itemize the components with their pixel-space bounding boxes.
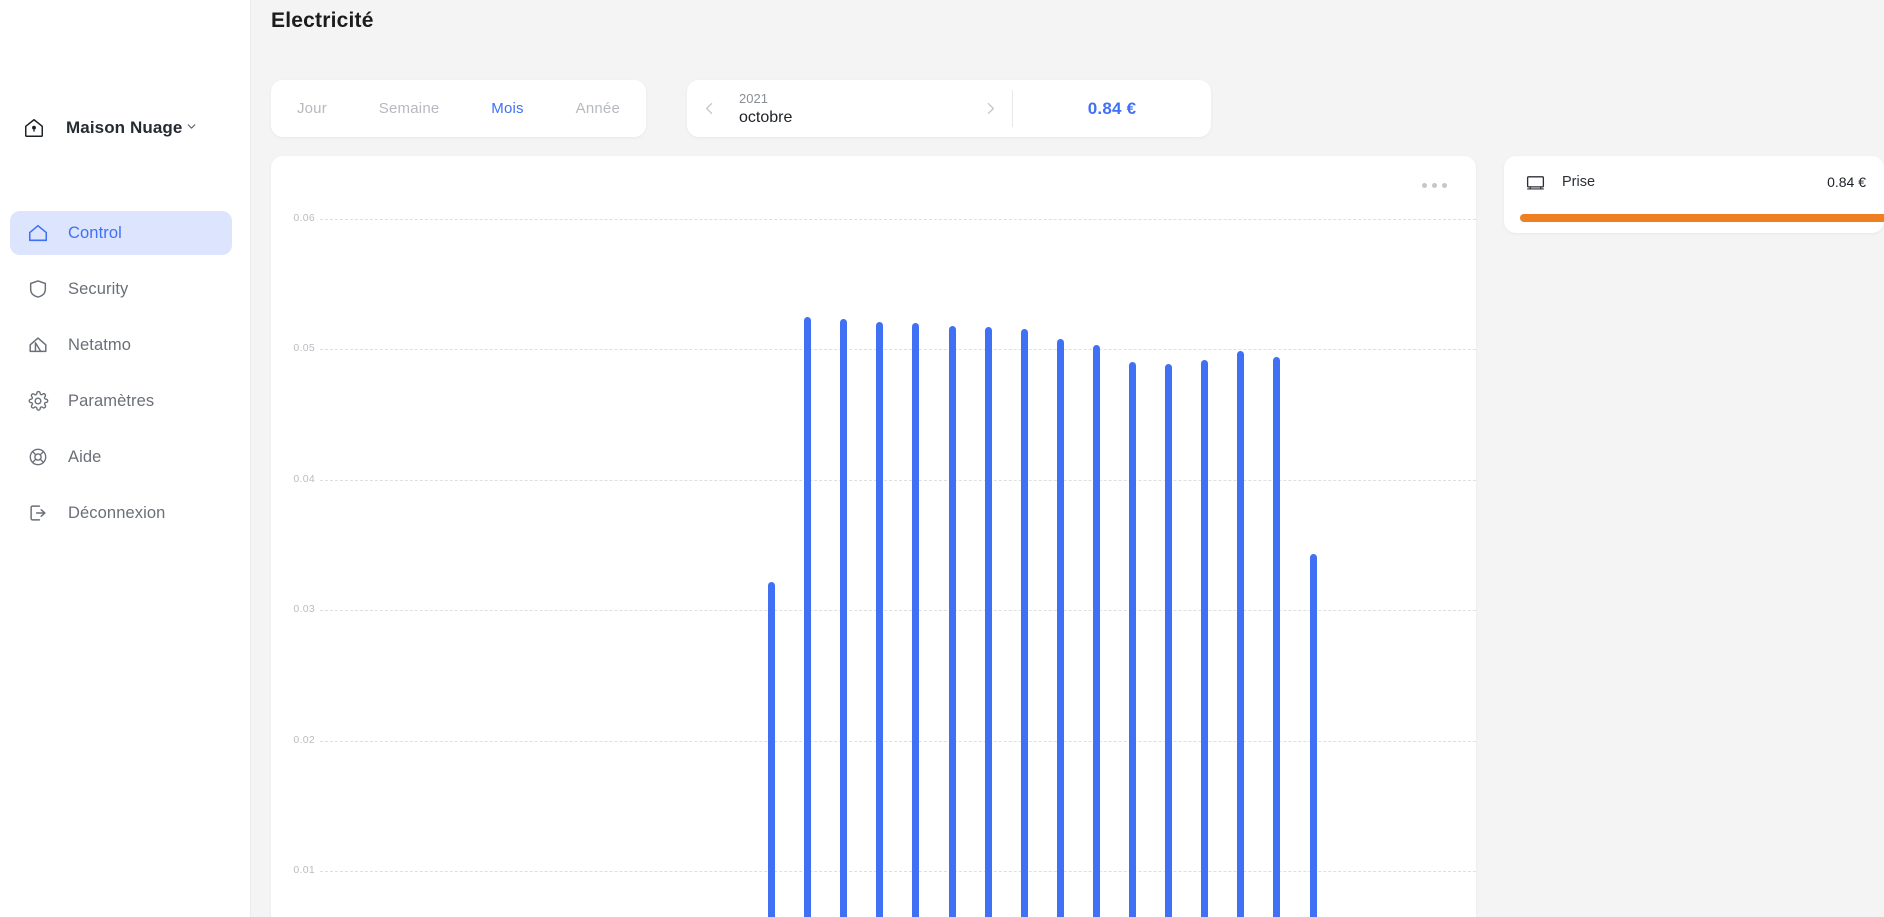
date-navigator: 2021 octobre 0.84 € [687,80,1211,137]
chart-y-tick-label: 0.06 [293,212,315,224]
tab-mois[interactable]: Mois [481,94,533,123]
chart-bar[interactable] [912,323,920,917]
tab-annee[interactable]: Année [566,94,630,123]
chart-bar[interactable] [876,322,884,917]
chart-bar[interactable] [984,327,992,917]
chart-gridline [320,349,1476,351]
lifebuoy-icon [20,446,56,468]
chevron-right-icon[interactable] [968,100,1012,117]
sidebar-item-label: Paramètres [68,391,155,410]
sidebar-item-control[interactable]: Control [10,211,232,255]
sidebar-item-aide[interactable]: Aide [10,435,232,479]
chart-y-tick-label: 0.04 [293,472,315,485]
chart-y-tick-label: 0.02 [293,733,315,746]
sidebar-item-label: Control [68,223,122,242]
chart-bar[interactable] [804,316,812,917]
sidebar-item-netatmo[interactable]: Netatmo [10,323,232,367]
tv-screen-icon [1520,172,1550,193]
chart-gridline [320,479,1476,481]
chart-bar[interactable] [1237,350,1245,917]
chart-bar[interactable] [948,325,956,917]
chart-bar[interactable] [1273,357,1281,917]
sidebar-item-label: Netatmo [68,335,132,354]
chart-gridline [320,871,1476,872]
chart-bar[interactable] [1309,554,1317,917]
chart-y-tick-label: 0.01 [293,864,315,876]
chart-bar[interactable] [1020,328,1028,917]
netatmo-logo-icon [20,334,56,356]
tab-jour[interactable]: Jour [287,94,337,123]
home-outline-icon [20,222,56,244]
chevron-left-icon[interactable] [687,100,731,117]
date-month: octobre [739,108,793,126]
home-name-label: Maison Nuage [66,118,183,137]
chart-card: 0.06 0.05 0.04 0.03 0.02 0.01 [271,156,1476,917]
main-content: Electricité Jour Semaine Mois Année 2021… [251,0,1884,917]
sidebar-item-parametres[interactable]: Paramètres [10,379,232,423]
chart-gridline [320,740,1476,742]
app-root: Maison Nuage Control Security Netatmo Pa… [0,0,1884,917]
page-title: Electricité [271,9,374,32]
device-row-prise[interactable]: Prise 0.84 € [1504,156,1884,208]
controls-row: Jour Semaine Mois Année 2021 octobre 0.8… [271,80,1211,137]
device-usage-bar-track [1520,214,1884,222]
sidebar-item-deconnexion[interactable]: Déconnexion [10,491,232,535]
date-year: 2021 [739,90,768,106]
sidebar: Maison Nuage Control Security Netatmo Pa… [0,0,251,917]
chart-y-tick-label: 0.05 [293,342,315,355]
chart-bar[interactable] [1201,359,1209,917]
chevron-down-icon[interactable] [185,120,198,138]
period-tabs: Jour Semaine Mois Année [271,80,646,137]
sidebar-nav: Control Security Netatmo Paramètres Aide… [10,211,232,547]
chart-bar[interactable] [1092,345,1100,917]
tab-semaine[interactable]: Semaine [369,94,450,123]
chart-y-tick-label: 0.03 [293,603,315,616]
gear-icon [20,390,56,412]
home-pin-icon [14,117,54,139]
chart-bar[interactable] [1056,338,1064,917]
shield-icon [20,278,56,300]
logout-icon [20,502,56,524]
chart-bar[interactable] [768,581,775,917]
chart-bar[interactable] [1165,363,1173,917]
sidebar-item-label: Security [68,279,129,298]
device-breakdown-card: Prise 0.84 € [1504,156,1884,233]
sidebar-item-label: Aide [68,447,102,466]
chart-gridline [320,610,1476,612]
home-selector[interactable]: Maison Nuage [14,108,236,148]
device-usage-bar-fill [1520,214,1884,222]
chart-gridline [320,219,1476,220]
device-value: 0.84 € [1827,174,1866,190]
device-name: Prise [1562,174,1596,190]
date-labels: 2021 octobre [731,90,968,128]
sidebar-item-security[interactable]: Security [10,267,232,311]
sidebar-item-label: Déconnexion [68,503,166,522]
consumption-bar-chart[interactable]: 0.06 0.05 0.04 0.03 0.02 0.01 [271,156,1476,917]
chart-bar[interactable] [1129,362,1136,917]
period-total-price: 0.84 € [1087,98,1137,118]
chart-bar[interactable] [840,319,848,917]
